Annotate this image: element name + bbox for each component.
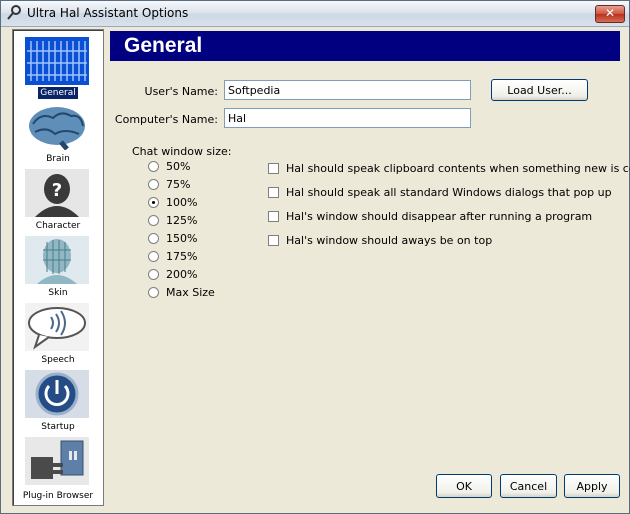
window-title: Ultra Hal Assistant Options bbox=[27, 6, 189, 20]
checkbox[interactable] bbox=[268, 235, 279, 246]
radio-button[interactable] bbox=[148, 269, 159, 280]
page-title: General bbox=[124, 34, 203, 57]
brain-icon bbox=[29, 107, 85, 150]
sidebar-item-label: Plug-in Browser bbox=[22, 491, 94, 501]
sidebar-item-skin[interactable]: Skin bbox=[13, 234, 103, 298]
sidebar-item-label: Startup bbox=[41, 422, 75, 432]
sidebar-item-character[interactable]: ? Character bbox=[13, 167, 103, 231]
close-icon: ✕ bbox=[604, 6, 616, 20]
wrench-icon bbox=[7, 5, 21, 20]
general-icon bbox=[25, 37, 89, 85]
sidebar-item-label: Character bbox=[35, 221, 81, 231]
options-window: Ultra Hal Assistant Options ✕ General Br… bbox=[0, 0, 630, 514]
radio-button[interactable] bbox=[148, 251, 159, 262]
skin-icon bbox=[25, 236, 89, 284]
sidebar-item-plugin-browser[interactable]: Plug-in Browser bbox=[13, 435, 103, 501]
sidebar-item-label: Speech bbox=[41, 355, 75, 365]
cancel-button[interactable]: Cancel bbox=[500, 474, 557, 498]
checkbox[interactable] bbox=[268, 187, 279, 198]
sidebar-item-label: Brain bbox=[46, 154, 70, 164]
options-sidebar: General Brain ? Character Skin Speech St… bbox=[12, 29, 104, 506]
apply-button[interactable]: Apply bbox=[564, 474, 620, 498]
radio-button[interactable] bbox=[148, 161, 159, 172]
radio-button[interactable] bbox=[148, 215, 159, 226]
computers-name-field[interactable] bbox=[224, 108, 471, 128]
ok-button[interactable]: OK bbox=[436, 474, 492, 498]
sidebar-item-general[interactable]: General bbox=[13, 33, 103, 99]
sidebar-item-label: General bbox=[38, 87, 78, 99]
radio-button-selected[interactable] bbox=[148, 197, 159, 208]
sidebar-item-startup[interactable]: Startup bbox=[13, 368, 103, 432]
checkbox[interactable] bbox=[268, 163, 279, 174]
title-bar[interactable]: Ultra Hal Assistant Options ✕ bbox=[1, 1, 629, 27]
close-button[interactable]: ✕ bbox=[595, 5, 625, 23]
radio-button[interactable] bbox=[148, 179, 159, 190]
users-name-field[interactable] bbox=[224, 80, 471, 100]
load-user-button[interactable]: Load User... bbox=[491, 79, 588, 101]
character-icon: ? bbox=[25, 169, 89, 217]
page-header: General bbox=[110, 31, 620, 61]
radio-button[interactable] bbox=[148, 233, 159, 244]
sidebar-item-label: Skin bbox=[48, 288, 68, 298]
speech-icon bbox=[25, 303, 89, 351]
users-name-label: User's Name: bbox=[144, 85, 218, 98]
sidebar-item-speech[interactable]: Speech bbox=[13, 301, 103, 365]
plugin-icon bbox=[25, 437, 89, 485]
chat-size-label: Chat window size: bbox=[132, 145, 232, 158]
svg-text:?: ? bbox=[52, 180, 62, 201]
client-area: General Brain ? Character Skin Speech St… bbox=[4, 28, 630, 511]
sidebar-item-brain[interactable]: Brain bbox=[13, 100, 103, 164]
radio-button[interactable] bbox=[148, 287, 159, 298]
checkbox[interactable] bbox=[268, 211, 279, 222]
startup-icon bbox=[25, 370, 89, 418]
computers-name-label: Computer's Name: bbox=[114, 113, 218, 126]
